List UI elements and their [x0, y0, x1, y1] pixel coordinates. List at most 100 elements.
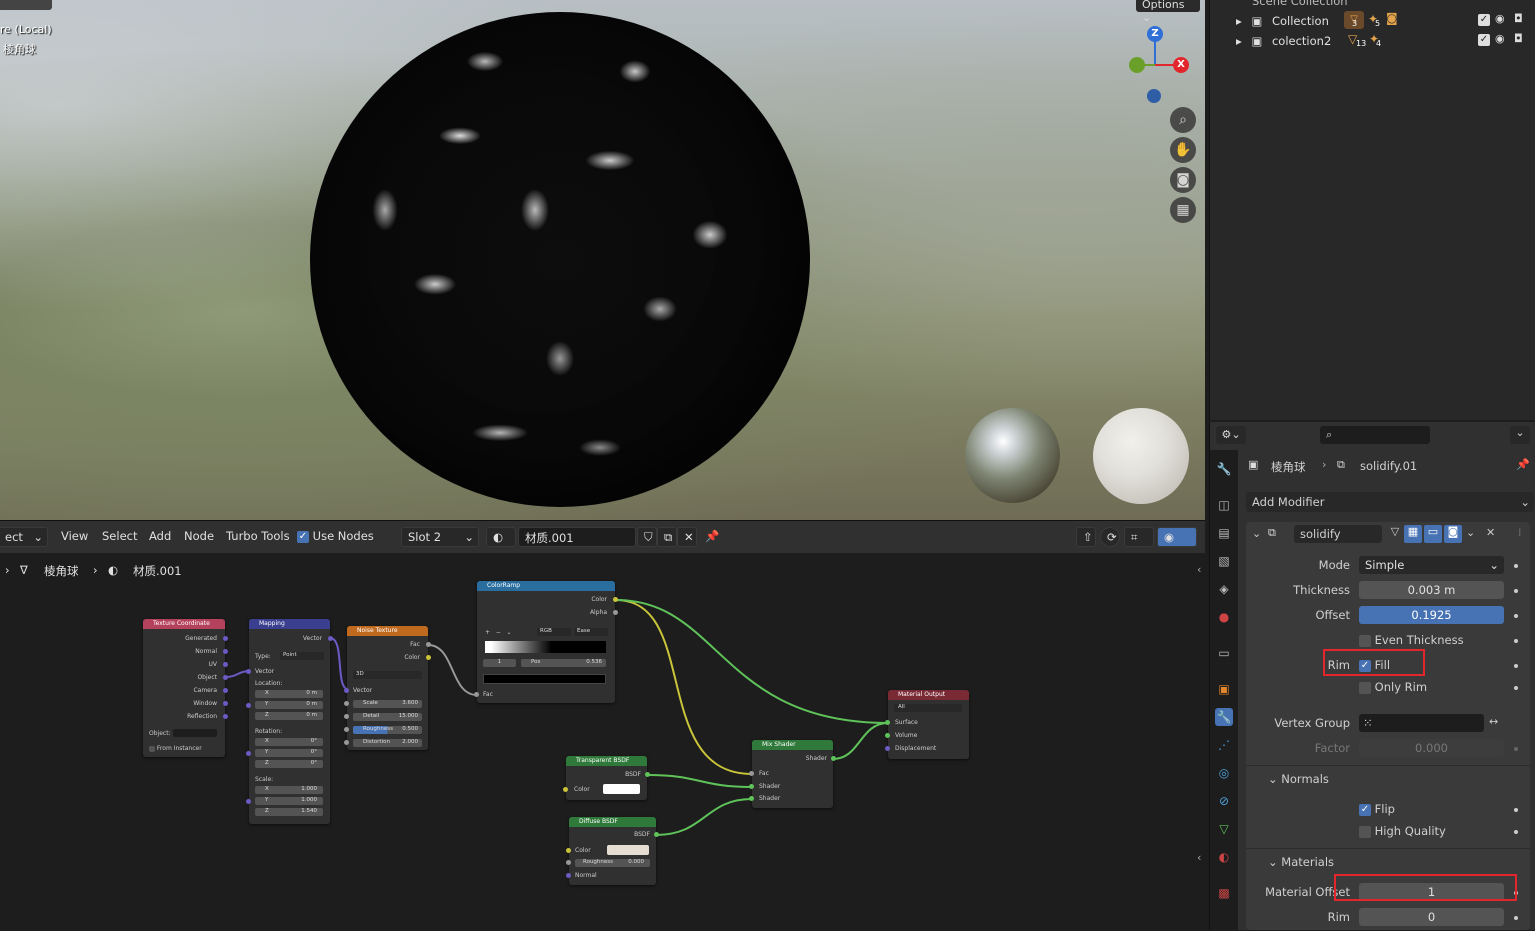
socket[interactable] — [749, 784, 754, 789]
outliner[interactable]: Scene Collection ▸ ▣ Collection ▽ 3 ✦ 5 … — [1209, 0, 1535, 420]
scale-z[interactable]: Z 1.540 — [255, 808, 323, 816]
keyframe-dot[interactable] — [1514, 664, 1518, 668]
socket[interactable] — [246, 751, 251, 756]
include-checkbox[interactable]: ✓ — [1478, 13, 1490, 26]
expand-arrow-icon[interactable]: ▸ — [1236, 14, 1242, 28]
include-checkbox[interactable]: ✓ — [1478, 33, 1490, 46]
socket[interactable] — [654, 832, 659, 837]
drag-handle-icon[interactable]: ⁞ — [1518, 526, 1522, 539]
hand-pan-icon[interactable]: ✋ — [1170, 137, 1196, 163]
expand-arrow-icon[interactable]: ▸ — [1236, 34, 1242, 48]
node-noise-texture[interactable]: Noise Texture Fac Color 3D Vector Scale 3… — [344, 626, 431, 750]
constraints-icon[interactable]: ⊘ — [1215, 792, 1233, 810]
modifier-name-field[interactable]: solidify — [1294, 525, 1382, 543]
material-icon[interactable]: ◐ — [1215, 848, 1233, 866]
gizmo-neg-z-axis[interactable] — [1147, 89, 1161, 103]
scene-icon[interactable]: ◈ — [1215, 580, 1233, 598]
render-camera-icon[interactable]: ◙ — [1444, 525, 1462, 543]
keyframe-dot[interactable] — [1514, 589, 1518, 593]
socket[interactable] — [223, 688, 228, 693]
zoom-icon[interactable]: ⌕ — [1170, 107, 1196, 133]
gizmo-x-axis[interactable]: X — [1173, 57, 1189, 73]
offset-field[interactable]: 0.1925 — [1359, 606, 1504, 624]
noise-detail-field[interactable]: Detail 15.000 — [353, 713, 422, 721]
keyframe-dot[interactable] — [1514, 830, 1518, 834]
noise-distortion-field[interactable]: Distortion 2.000 — [353, 739, 422, 747]
rotation-z[interactable]: Z 0° — [255, 760, 323, 768]
socket[interactable] — [344, 714, 349, 719]
location-y[interactable]: Y 0 m — [255, 701, 323, 709]
chevron-down-icon[interactable]: ⌄ — [1466, 526, 1475, 539]
node-material-output[interactable]: Material Output All Surface Volume Displ… — [885, 690, 969, 759]
type-dropdown[interactable]: Point — [280, 652, 324, 660]
socket[interactable] — [246, 669, 251, 674]
edit-mode-icon[interactable]: ▦ — [1404, 525, 1422, 543]
mode-dropdown[interactable]: Simple ⌄ — [1359, 556, 1504, 574]
editor-type-icon[interactable]: ⚙⌄ — [1216, 426, 1246, 444]
edit-mode-cage-icon[interactable]: ▽ — [1386, 525, 1404, 543]
socket[interactable] — [563, 787, 568, 792]
socket[interactable] — [645, 772, 650, 777]
roughness-field[interactable]: Roughness 0.000 — [575, 859, 650, 867]
camera-icon[interactable]: ◙ — [1170, 167, 1196, 193]
socket[interactable] — [246, 799, 251, 804]
collapse-arrow-icon[interactable]: ⌄ — [1252, 527, 1261, 540]
eye-visibility-icon[interactable]: ◉ — [1495, 12, 1505, 25]
gizmo-z-axis[interactable]: Z — [1147, 26, 1163, 42]
object-icon[interactable]: ▣ — [1215, 680, 1233, 698]
socket[interactable] — [474, 692, 479, 697]
color-mode-dropdown[interactable]: RGB — [537, 628, 571, 636]
socket[interactable] — [344, 701, 349, 706]
flip-toggle[interactable]: ✓ Flip — [1359, 802, 1395, 816]
viewport-display-icon[interactable]: ▭ — [1424, 525, 1442, 543]
from-instancer-toggle[interactable]: From Instancer — [149, 745, 202, 752]
rim-material-field[interactable]: 0 — [1359, 908, 1504, 926]
interpolation-dropdown[interactable]: Ease — [574, 628, 608, 636]
socket[interactable] — [223, 714, 228, 719]
properties-editor[interactable]: ⚙⌄ ⌕ ⌄ 🔧 ◫ ▤ ▧ ◈ ● ▭ ▣ 🔧 ⋰ ◎ ⊘ ▽ ◐ ▩ ▣ 棱… — [1209, 422, 1535, 930]
add-modifier-dropdown[interactable]: Add Modifier ⌄ — [1246, 492, 1534, 512]
socket[interactable] — [426, 655, 431, 660]
pin-icon[interactable]: 📌 — [1516, 458, 1530, 471]
scale-y[interactable]: Y 1.000 — [255, 797, 323, 805]
options-dropdown[interactable]: Options ⌄ — [1136, 0, 1200, 24]
color-ramp-gradient[interactable] — [485, 641, 606, 653]
location-x[interactable]: X 0 m — [255, 690, 323, 698]
keyframe-dot[interactable] — [1514, 614, 1518, 618]
socket[interactable] — [426, 642, 431, 647]
socket[interactable] — [566, 848, 571, 853]
texture-icon[interactable]: ▩ — [1215, 884, 1233, 902]
physics-icon[interactable]: ◎ — [1215, 764, 1233, 782]
tool-icon[interactable]: 🔧 — [1215, 460, 1233, 478]
outliner-item-collection[interactable]: ▸ ▣ Collection — [1236, 14, 1329, 28]
eye-visibility-icon[interactable]: ◉ — [1495, 32, 1505, 45]
noise-roughness-field[interactable]: Roughness 0.500 — [353, 726, 422, 734]
camera-icon[interactable]: ◙ — [1386, 11, 1398, 25]
color-swatch-cream[interactable] — [607, 845, 649, 855]
location-z[interactable]: Z 0 m — [255, 712, 323, 720]
3d-viewport[interactable]: re (Local) 棱角球 Options ⌄ Z X ⌕ ✋ ◙ ▦ — [0, 0, 1205, 520]
socket[interactable] — [344, 688, 349, 693]
keyframe-dot[interactable] — [1514, 916, 1518, 920]
grid-perspective-icon[interactable]: ▦ — [1170, 197, 1196, 223]
close-icon[interactable]: ✕ — [1486, 526, 1495, 539]
socket[interactable] — [223, 662, 228, 667]
node-diffuse-bsdf[interactable]: Diffuse BSDF BSDF Color Roughness 0.000 N… — [566, 817, 659, 885]
node-texture-coordinate[interactable]: Texture Coordinate Generated Normal UV O… — [143, 619, 228, 757]
socket[interactable] — [223, 649, 228, 654]
socket[interactable] — [223, 675, 228, 680]
socket[interactable] — [328, 636, 333, 641]
high-quality-toggle[interactable]: High Quality — [1359, 824, 1446, 838]
only-rim-toggle[interactable]: Only Rim — [1359, 680, 1427, 694]
ramp-index-field[interactable]: 1 — [483, 659, 516, 667]
socket[interactable] — [246, 703, 251, 708]
object-field[interactable] — [173, 729, 217, 737]
collection-icon[interactable]: ▭ — [1215, 644, 1233, 662]
keyframe-dot[interactable] — [1514, 686, 1518, 690]
socket[interactable] — [344, 740, 349, 745]
socket[interactable] — [885, 746, 890, 751]
gizmo-y-axis[interactable] — [1129, 57, 1145, 73]
node-mapping[interactable]: Mapping Vector Type: Point Vector Locati… — [246, 619, 333, 824]
ramp-color-swatch[interactable] — [483, 674, 606, 684]
search-input[interactable]: ⌕ — [1320, 426, 1430, 444]
